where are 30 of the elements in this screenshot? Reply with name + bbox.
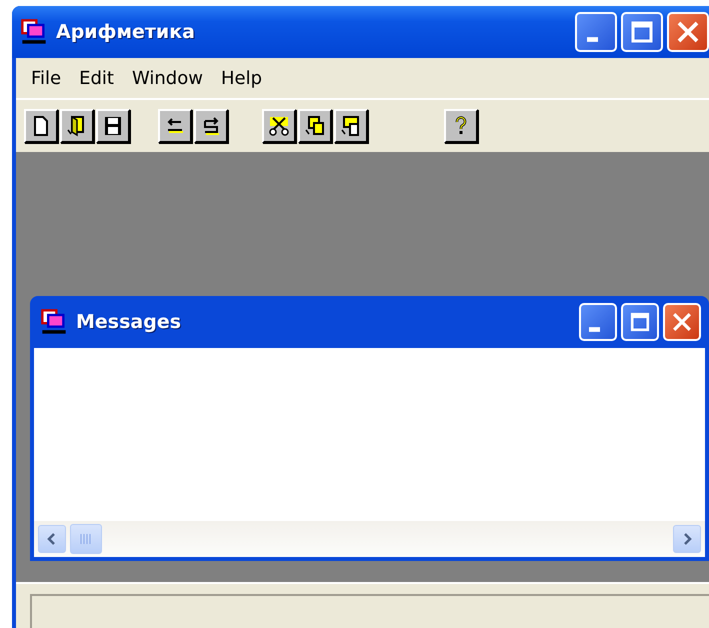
menu-item[interactable]: Help (214, 68, 274, 88)
scroll-left-button[interactable] (38, 525, 66, 553)
toolbar-button[interactable] (298, 109, 332, 143)
copy-icon (303, 114, 327, 138)
app-icon (20, 18, 48, 46)
menu-item[interactable]: Edit (72, 68, 125, 88)
menu-item[interactable]: File (24, 68, 72, 88)
toolbar-button[interactable] (60, 109, 94, 143)
close-button[interactable] (663, 303, 701, 341)
menu-item[interactable]: Window (124, 68, 214, 88)
toolbar-button[interactable] (262, 109, 296, 143)
window-title: Messages (76, 311, 182, 333)
window-title: Арифметика (56, 21, 196, 43)
scroll-thumb[interactable] (70, 524, 102, 554)
maximize-button[interactable] (621, 12, 663, 52)
toolbar-button[interactable] (158, 109, 192, 143)
minimize-icon (588, 326, 600, 332)
toolbar-button[interactable] (24, 109, 58, 143)
close-button[interactable] (667, 12, 709, 52)
maximize-button[interactable] (621, 303, 659, 341)
scroll-right-button[interactable] (673, 525, 701, 553)
toolbar-button[interactable] (334, 109, 368, 143)
toolbar-button[interactable] (444, 109, 478, 143)
scissors-icon (267, 114, 291, 138)
minimize-button[interactable] (579, 303, 617, 341)
minimize-icon (586, 36, 598, 42)
app-icon (40, 308, 68, 336)
toolbar-button[interactable] (194, 109, 228, 143)
toolbar-button[interactable] (96, 109, 130, 143)
minimize-button[interactable] (575, 12, 617, 52)
